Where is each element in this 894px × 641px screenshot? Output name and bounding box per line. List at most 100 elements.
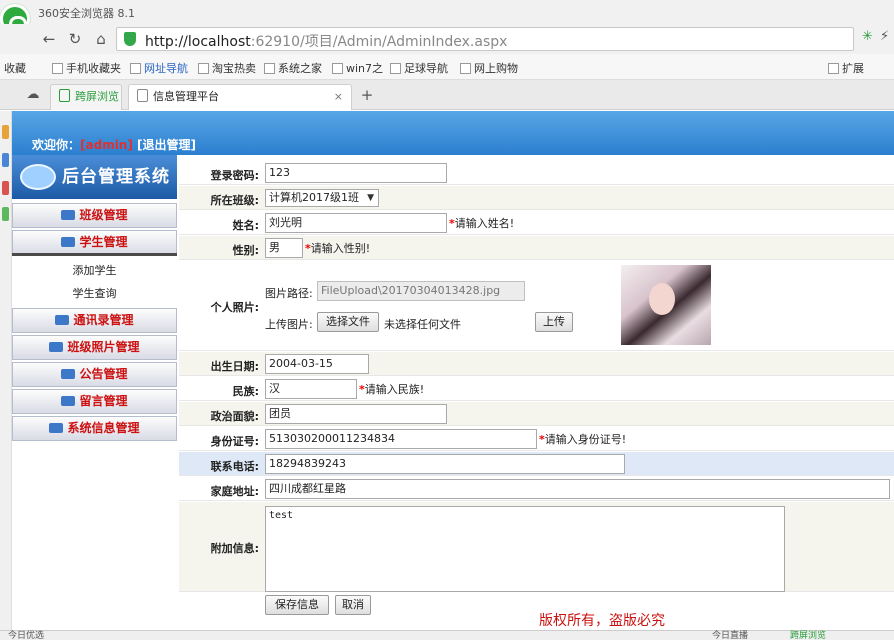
cloud-icon[interactable]: ☁ [22,84,44,106]
page-icon [264,63,275,74]
gender-input[interactable]: 男 [265,238,303,258]
politics-label: 政治面貌: [210,410,259,423]
page-icon [332,63,343,74]
menu-class-management[interactable]: 班级管理 [12,203,177,228]
tab-info-platform[interactable]: 信息管理平台 × [128,84,352,110]
no-file-text: 未选择任何文件 [384,318,461,331]
side-app-icon[interactable] [2,181,9,195]
side-app-icon[interactable] [2,125,9,139]
row-politics: 政治面貌: 团员 [179,402,894,426]
idcard-label: 身份证号: [210,435,259,448]
page-icon [390,63,401,74]
upload-button[interactable]: 上传 [535,312,573,332]
nation-label: 民族: [232,385,259,398]
gender-hint: *请输入性别! [305,242,371,255]
bookmark-win7[interactable]: win7之 [332,60,383,76]
page-icon [198,63,209,74]
row-photo: 个人照片: 图片路径: FileUpload\20170304013428.jp… [179,261,894,351]
idcard-input[interactable]: 513030200011234834 [265,429,537,449]
menu-contacts-management[interactable]: 通讯录管理 [12,308,177,333]
site-header: 欢迎你：[admin] [退出管理] [12,111,894,155]
cancel-button[interactable]: 取消 [335,595,371,615]
bookmark-xitong[interactable]: 系统之家 [264,60,322,76]
nation-input[interactable]: 汉 [265,379,357,399]
menu-icon [61,210,76,220]
menu-icon [61,237,76,247]
lightning-icon[interactable]: ⚡ [880,29,889,44]
extra-textarea[interactable]: test [265,506,785,592]
name-label: 姓名: [232,219,259,232]
idcard-hint: *请输入身份证号! [539,433,627,446]
page-icon [460,63,471,74]
name-input[interactable]: 刘光明 [265,213,447,233]
sidebar: 后台管理系统 班级管理 学生管理 添加学生 学生查询 通讯录管理 班级照片管理 … [12,155,177,630]
class-select[interactable]: 计算机2017级1班 ▼ [265,189,379,207]
phone-label: 联系电话: [210,460,259,473]
politics-input[interactable]: 团员 [265,404,447,424]
dropdown-arrow-icon: ▼ [367,193,374,203]
gender-label: 性别: [232,244,259,257]
extensions-button[interactable]: 扩展 [828,60,864,76]
speed-icon[interactable]: ✳ [862,29,873,44]
menu-notice-management[interactable]: 公告管理 [12,362,177,387]
side-app-icon[interactable] [2,153,9,167]
refresh-icon[interactable]: ↻ [64,28,86,50]
password-input[interactable]: 123 [265,163,447,183]
photo-path-label: 图片路径: [265,287,313,300]
bookmark-mobile-favorites[interactable]: 手机收藏夹 [52,60,121,76]
tab-close-icon[interactable]: × [334,85,343,109]
tabs-bar: ☁ 跨屏浏览 信息管理平台 × + [0,80,894,110]
password-label: 登录密码: [210,169,259,182]
menu-class-photo-management[interactable]: 班级照片管理 [12,335,177,360]
tab-cross-screen[interactable]: 跨屏浏览 [50,84,122,110]
address-input[interactable]: 四川成都红星路 [265,479,890,499]
menu-student-management[interactable]: 学生管理 [12,230,177,255]
row-nation: 民族: 汉 *请输入民族! [179,377,894,401]
bookmark-shopping[interactable]: 网上购物 [460,60,518,76]
upload-label: 上传图片: [265,318,313,331]
row-phone: 联系电话: 18294839243 [179,452,894,476]
address-label: 家庭地址: [210,485,259,498]
home-icon[interactable]: ⌂ [90,28,112,50]
row-class: 所在班级: 计算机2017级1班 ▼ [179,186,894,210]
new-tab-button[interactable]: + [356,84,378,106]
phone-icon [59,89,70,102]
url-text: http://localhost:62910/项目/Admin/AdminInd… [145,34,508,50]
row-name: 姓名: 刘光明 *请输入姓名! [179,211,894,235]
menu-message-management[interactable]: 留言管理 [12,389,177,414]
security-shield-icon [124,32,136,46]
row-gender: 性别: 男 *请输入性别! [179,236,894,260]
birthday-input[interactable]: 2004-03-15 [265,354,369,374]
logout-link[interactable]: [退出管理] [137,138,196,152]
address-bar[interactable]: http://localhost:62910/项目/Admin/AdminInd… [116,27,854,51]
row-extra: 附加信息: test [179,502,894,592]
bookmark-favorites[interactable]: 收藏 [4,60,26,76]
choose-file-button[interactable]: 选择文件 [317,312,379,332]
bookmark-site-nav[interactable]: 网址导航 [130,60,188,76]
bookmark-football[interactable]: 足球导航 [390,60,448,76]
student-submenu: 添加学生 学生查询 [12,253,177,307]
row-idcard: 身份证号: 513030200011234834 *请输入身份证号! [179,427,894,451]
grid-icon [828,63,839,74]
menu-system-info-management[interactable]: 系统信息管理 [12,416,177,441]
page-icon [137,89,148,102]
browser-side-strip [0,111,12,630]
nation-hint: *请输入民族! [359,383,425,396]
menu-icon [49,423,64,433]
row-birthday: 出生日期: 2004-03-15 [179,352,894,376]
welcome-text: 欢迎你：[admin] [退出管理] [32,138,197,152]
name-hint: *请输入姓名! [449,217,515,230]
photo-label: 个人照片: [210,301,259,314]
class-label: 所在班级: [210,194,259,207]
back-icon[interactable]: ← [38,28,60,50]
submenu-student-query[interactable]: 学生查询 [12,283,177,305]
page-icon [130,63,141,74]
sidebar-title: 后台管理系统 [12,155,177,199]
browser-navbar: ← ↻ ⌂ http://localhost:62910/项目/Admin/Ad… [0,24,894,54]
submenu-add-student[interactable]: 添加学生 [12,260,177,282]
side-app-icon[interactable] [2,207,9,221]
bookmark-taobao[interactable]: 淘宝热卖 [198,60,256,76]
phone-input[interactable]: 18294839243 [265,454,625,474]
save-button[interactable]: 保存信息 [265,595,329,615]
photo-path-input[interactable]: FileUpload\20170304013428.jpg [317,281,525,301]
